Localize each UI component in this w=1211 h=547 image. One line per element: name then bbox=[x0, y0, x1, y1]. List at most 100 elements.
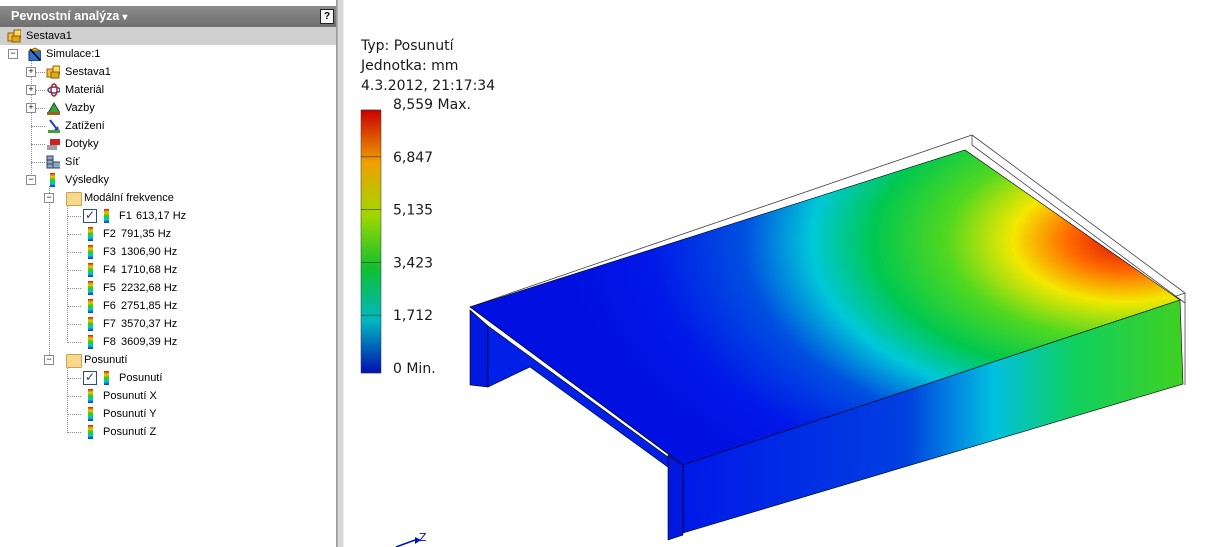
zatizeni-label: Zatížení bbox=[65, 120, 105, 132]
simulation-label: Simulace:1 bbox=[46, 48, 101, 60]
collapse-toggle-icon[interactable]: − bbox=[44, 193, 54, 203]
contacts-icon bbox=[47, 139, 60, 150]
tree-root-row[interactable]: Sestava1 bbox=[0, 27, 336, 45]
displacement-item[interactable]: Posunutí Y bbox=[0, 405, 336, 423]
modal-frequency-label: F3 bbox=[103, 246, 116, 258]
expand-toggle-icon[interactable]: + bbox=[26, 85, 36, 95]
assembly-icon bbox=[46, 65, 60, 79]
constraints-icon bbox=[47, 102, 60, 115]
scale-tick-label: 5,135 bbox=[393, 203, 433, 219]
tree-item-simulation[interactable]: − Simulace:1 bbox=[0, 45, 336, 63]
modal-frequency-label: F6 bbox=[103, 300, 116, 312]
frequency-value: 613,17 Hz bbox=[136, 210, 187, 222]
axis-z-label: Z bbox=[419, 531, 427, 544]
folder-icon bbox=[66, 192, 82, 206]
modal-frequency-item[interactable]: F6 2751,85 Hz bbox=[0, 297, 336, 315]
tree-item-vazby[interactable]: + Vazby bbox=[0, 99, 336, 117]
result-spectrum-icon bbox=[104, 371, 109, 385]
tree-line bbox=[67, 252, 81, 253]
tree-line bbox=[67, 288, 81, 289]
tree-line bbox=[67, 432, 81, 433]
load-icon bbox=[48, 119, 60, 133]
tree-item-dotyky[interactable]: Dotyky bbox=[0, 135, 336, 153]
tree-line bbox=[31, 162, 45, 163]
legend-unit-text: Jednotka: mm bbox=[360, 58, 458, 74]
frequency-value: 791,35 Hz bbox=[121, 228, 172, 240]
tree-line bbox=[31, 126, 45, 127]
vazby-label: Vazby bbox=[65, 102, 95, 114]
color-scale-bar bbox=[360, 109, 382, 374]
tree-item-sit[interactable]: Síť bbox=[0, 153, 336, 171]
sit-label: Síť bbox=[65, 156, 80, 168]
graphics-viewport[interactable]: Typ: Posunutí Jednotka: mm 4.3.2012, 21:… bbox=[344, 0, 1211, 547]
displacement-label: Posunutí Z bbox=[103, 426, 157, 438]
panel-title[interactable]: Pevnostní analýza ▾ bbox=[11, 9, 127, 23]
displacement-label: Posunutí Y bbox=[103, 408, 157, 420]
dotyky-label: Dotyky bbox=[65, 138, 99, 150]
frequency-value: 3570,37 Hz bbox=[121, 318, 178, 330]
assembly-icon bbox=[7, 29, 21, 43]
modal-frequency-label: F2 bbox=[103, 228, 116, 240]
frequency-value: 2751,85 Hz bbox=[121, 300, 178, 312]
displacement-item[interactable]: Posunutí X bbox=[0, 387, 336, 405]
active-check-icon[interactable]: ✓ bbox=[83, 209, 97, 223]
tree-item-modal-folder[interactable]: − Modální frekvence bbox=[0, 189, 336, 207]
results-icon bbox=[50, 173, 55, 187]
modal-frequency-item[interactable]: F7 3570,37 Hz bbox=[0, 315, 336, 333]
model-front-left-strip[interactable] bbox=[667, 454, 684, 541]
modal-frequency-item[interactable]: F3 1306,90 Hz bbox=[0, 243, 336, 261]
expand-toggle-icon[interactable]: + bbox=[26, 67, 36, 77]
tree-item-zatizeni[interactable]: Zatížení bbox=[0, 117, 336, 135]
modal-frequency-label: F4 bbox=[103, 264, 116, 276]
panel-header[interactable]: Pevnostní analýza ▾ ? bbox=[0, 6, 336, 27]
result-spectrum-icon bbox=[88, 227, 93, 241]
material-label: Materiál bbox=[65, 84, 105, 96]
result-spectrum-icon bbox=[88, 425, 93, 439]
frequency-value: 1710,68 Hz bbox=[121, 264, 178, 276]
active-check-icon[interactable]: ✓ bbox=[83, 371, 97, 385]
tree-item-vysledky[interactable]: − Výsledky bbox=[0, 171, 336, 189]
model-left-flange[interactable] bbox=[469, 309, 489, 388]
result-spectrum-icon bbox=[88, 281, 93, 295]
tree-item-sestava[interactable]: + Sestava1 bbox=[0, 63, 336, 81]
result-spectrum-icon bbox=[88, 263, 93, 277]
tree-line bbox=[67, 378, 81, 379]
displacement-item[interactable]: Posunutí Z bbox=[0, 423, 336, 441]
displacement-label: Posunutí X bbox=[103, 390, 157, 402]
legend-type-text: Typ: Posunutí bbox=[360, 38, 455, 54]
folder-icon bbox=[66, 354, 82, 368]
modal-frequency-item[interactable]: F4 1710,68 Hz bbox=[0, 261, 336, 279]
tree-line bbox=[67, 234, 81, 235]
tree-item-displacement-folder[interactable]: − Posunutí bbox=[0, 351, 336, 369]
tree-line bbox=[67, 306, 81, 307]
tree-line bbox=[31, 144, 45, 145]
result-spectrum-icon bbox=[88, 389, 93, 403]
collapse-toggle-icon[interactable]: − bbox=[8, 49, 18, 59]
panel-splitter[interactable] bbox=[337, 0, 344, 547]
scale-tick-label: 0 Min. bbox=[393, 361, 436, 377]
result-spectrum-icon bbox=[104, 209, 109, 223]
displacement-label: Posunutí bbox=[119, 372, 163, 384]
modal-frequency-label: F1 bbox=[119, 210, 132, 222]
modal-frequency-item[interactable]: F8 3609,39 Hz bbox=[0, 333, 336, 351]
dropdown-caret-icon[interactable]: ▾ bbox=[122, 12, 127, 23]
modal-frequency-label: F8 bbox=[103, 336, 116, 348]
modal-frequency-label: F7 bbox=[103, 318, 116, 330]
displacement-item[interactable]: ✓ Posunutí bbox=[0, 369, 336, 387]
frequency-value: 2232,68 Hz bbox=[121, 282, 178, 294]
collapse-toggle-icon[interactable]: − bbox=[44, 355, 54, 365]
tree-item-material[interactable]: + Materiál bbox=[0, 81, 336, 99]
modal-frequency-item[interactable]: F5 2232,68 Hz bbox=[0, 279, 336, 297]
modal-frequency-item[interactable]: F2 791,35 Hz bbox=[0, 225, 336, 243]
scale-tick-label: 1,712 bbox=[393, 308, 433, 324]
help-icon[interactable]: ? bbox=[320, 9, 334, 24]
tree-line bbox=[67, 216, 81, 217]
expand-toggle-icon[interactable]: + bbox=[26, 103, 36, 113]
tree-line bbox=[67, 324, 81, 325]
result-spectrum-icon bbox=[88, 299, 93, 313]
modal-frequency-item[interactable]: ✓ F1 613,17 Hz bbox=[0, 207, 336, 225]
frequency-value: 3609,39 Hz bbox=[121, 336, 178, 348]
collapse-toggle-icon[interactable]: − bbox=[26, 175, 36, 185]
legend-date-text: 4.3.2012, 21:17:34 bbox=[361, 78, 495, 94]
tree-line bbox=[67, 270, 81, 271]
